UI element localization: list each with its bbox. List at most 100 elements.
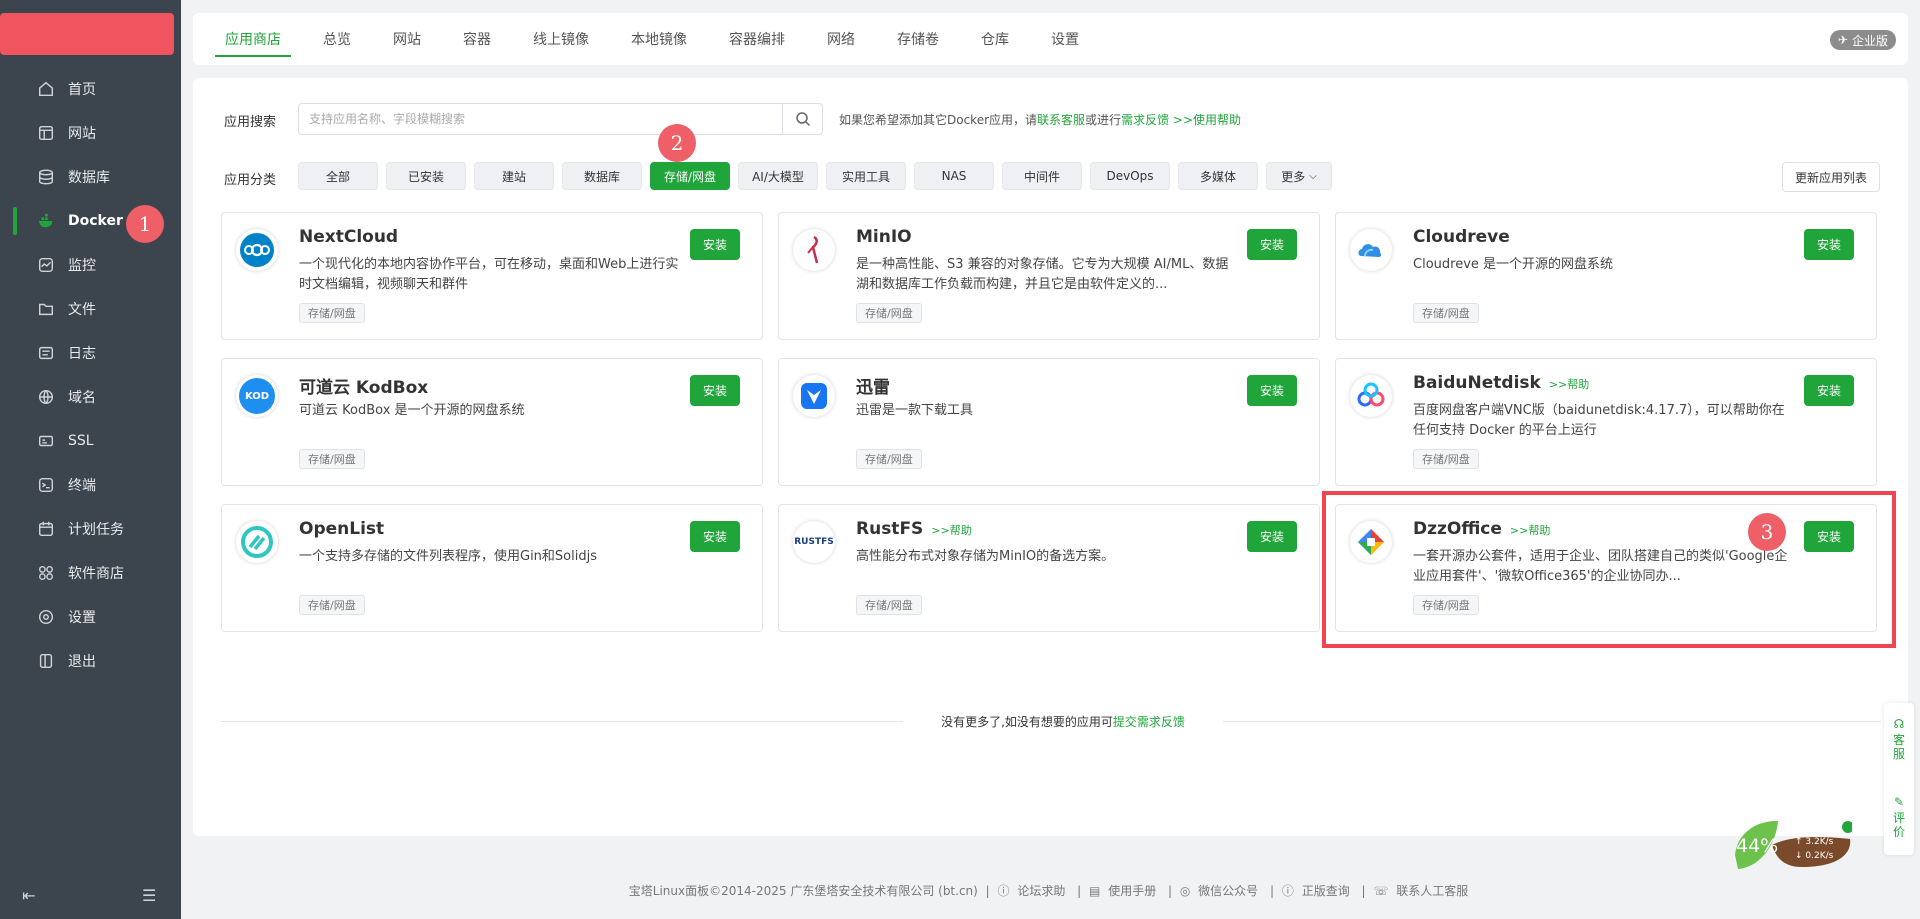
sidebar-bottom-bar: ⇤ ☰: [0, 880, 181, 910]
tab-container[interactable]: 容器: [453, 13, 501, 65]
tab-volumes[interactable]: 存储卷: [887, 13, 949, 65]
database-icon: [36, 167, 56, 187]
help-link[interactable]: >>帮助: [931, 522, 971, 538]
sidebar-item-label: 首页: [68, 82, 96, 98]
category-database[interactable]: 数据库: [562, 162, 642, 190]
tab-local-images[interactable]: 本地镜像: [621, 13, 697, 65]
app-card-cloudreve: Cloudreve Cloudreve 是一个开源的网盘系统 存储/网盘 安装: [1335, 212, 1877, 340]
customer-service-button[interactable]: 客服: [1892, 733, 1906, 761]
app-tag: 存储/网盘: [299, 303, 365, 323]
install-button[interactable]: 安装: [1247, 375, 1297, 406]
install-button[interactable]: 安装: [1804, 229, 1854, 260]
tab-app-store[interactable]: 应用商店: [215, 13, 291, 65]
menu-icon[interactable]: ☰: [142, 886, 156, 905]
collapse-icon[interactable]: ⇤: [22, 886, 35, 905]
app-tag: 存储/网盘: [856, 449, 922, 469]
review-button[interactable]: 评价: [1892, 811, 1906, 839]
category-more[interactable]: 更多 ⌵: [1266, 162, 1332, 190]
tab-online-images[interactable]: 线上镜像: [523, 13, 599, 65]
app-tag: 存储/网盘: [299, 449, 365, 469]
cloudreve-icon: [1350, 229, 1392, 271]
feedback-link[interactable]: 需求反馈: [1121, 113, 1169, 127]
calendar-icon: [36, 519, 56, 539]
category-tools[interactable]: 实用工具: [826, 162, 906, 190]
openlist-icon: [236, 521, 278, 563]
category-website[interactable]: 建站: [474, 162, 554, 190]
category-storage[interactable]: 存储/网盘: [650, 162, 730, 190]
category-nas[interactable]: NAS: [914, 162, 994, 190]
app-name: 可道云 KodBox: [299, 378, 429, 398]
monitor-icon: [36, 255, 56, 275]
annotation-badge-2: 2: [658, 124, 696, 162]
search-input[interactable]: [299, 104, 782, 134]
sidebar-item-logs[interactable]: 日志: [0, 331, 181, 375]
install-button[interactable]: 安装: [1247, 229, 1297, 260]
app-name: NextCloud: [299, 227, 399, 247]
category-installed[interactable]: 已安装: [386, 162, 466, 190]
install-button[interactable]: 安装: [690, 375, 740, 406]
enterprise-label: 企业版: [1851, 33, 1888, 48]
footer-support-link[interactable]: ☏ 联系人工客服: [1373, 884, 1472, 898]
tab-registry[interactable]: 仓库: [971, 13, 1019, 65]
update-app-list-button[interactable]: 更新应用列表: [1781, 162, 1880, 192]
footer-wechat-link[interactable]: ◎ 微信公众号: [1180, 884, 1262, 898]
category-all[interactable]: 全部: [298, 162, 378, 190]
install-button[interactable]: 安装: [690, 229, 740, 260]
no-more-message: 没有更多了,如没有想要的应用可提交需求反馈: [903, 712, 1223, 732]
footer-manual-link[interactable]: ▤ 使用手册: [1089, 884, 1160, 898]
sidebar-item-label: Docker: [68, 213, 123, 229]
category-middleware[interactable]: 中间件: [1002, 162, 1082, 190]
sidebar-item-domain[interactable]: 域名: [0, 375, 181, 419]
sidebar-item-label: SSL: [68, 433, 94, 449]
sidebar-item-label: 数据库: [68, 170, 110, 186]
help-link[interactable]: >>帮助: [1549, 376, 1589, 392]
no-more-text: 没有更多了,如没有想要的应用可: [941, 715, 1113, 729]
footer-link-label: 联系人工客服: [1396, 884, 1469, 898]
sidebar-item-label: 设置: [68, 610, 96, 626]
tab-overview[interactable]: 总览: [313, 13, 361, 65]
tab-website[interactable]: 网站: [383, 13, 431, 65]
install-button[interactable]: 安装: [690, 521, 740, 552]
tab-network[interactable]: 网络: [817, 13, 865, 65]
category-media[interactable]: 多媒体: [1178, 162, 1258, 190]
tab-compose[interactable]: 容器编排: [719, 13, 795, 65]
category-ai[interactable]: AI/大模型: [738, 162, 818, 190]
app-description: 一个支持多存储的文件列表程序，使用Gin和Solidjs: [299, 549, 597, 564]
sidebar-item-monitor[interactable]: 监控: [0, 243, 181, 287]
search-button[interactable]: [782, 104, 822, 134]
submit-feedback-link[interactable]: 提交需求反馈: [1113, 715, 1185, 729]
sidebar-item-ssl[interactable]: SSL: [0, 419, 181, 463]
sidebar-item-label: 日志: [68, 346, 96, 362]
category-devops[interactable]: DevOps: [1090, 162, 1170, 190]
tab-settings[interactable]: 设置: [1041, 13, 1089, 65]
sidebar-item-settings[interactable]: 设置: [0, 595, 181, 639]
log-icon: [36, 343, 56, 363]
install-button[interactable]: 安装: [1247, 521, 1297, 552]
enterprise-badge[interactable]: ✈ 企业版: [1829, 30, 1896, 50]
footer-forum-link[interactable]: ⓘ 论坛求助: [998, 884, 1070, 898]
footer-license-link[interactable]: ⓘ 正版查询: [1282, 884, 1354, 898]
sidebar-item-website[interactable]: 网站: [0, 111, 181, 155]
logo-bar[interactable]: [0, 13, 174, 55]
sidebar-item-label: 域名: [68, 390, 96, 406]
footer-link-label: 使用手册: [1108, 884, 1157, 898]
sidebar-item-files[interactable]: 文件: [0, 287, 181, 331]
search-hint: 如果您希望添加其它Docker应用，请联系客服或进行需求反馈 >>使用帮助: [839, 111, 1241, 128]
sidebar-item-label: 软件商店: [68, 566, 124, 582]
contact-support-link[interactable]: 联系客服: [1037, 113, 1085, 127]
more-label: 更多: [1281, 169, 1306, 184]
sidebar-item-database[interactable]: 数据库: [0, 155, 181, 199]
sidebar-item-app-store[interactable]: 软件商店: [0, 551, 181, 595]
app-description: 一个现代化的本地内容协作平台，可在移动，桌面和Web上进行实时文档编辑，视频聊天…: [299, 257, 679, 292]
network-monitor-widget[interactable]: 44% ↑ 3.2K/s ↓ 0.2K/s: [1732, 815, 1852, 875]
sidebar: 首页 网站 数据库 Docker 监控 文件 日志 域名 SSL 终端 计划任务…: [0, 0, 181, 919]
sidebar-item-terminal[interactable]: 终端: [0, 463, 181, 507]
app-tag: 存储/网盘: [856, 595, 922, 615]
install-button[interactable]: 安装: [1804, 375, 1854, 406]
sidebar-item-logout[interactable]: 退出: [0, 639, 181, 683]
page-footer: 宝塔Linux面板©2014-2025 广东堡塔安全技术有限公司 (bt.cn)…: [181, 882, 1920, 899]
sidebar-item-home[interactable]: 首页: [0, 67, 181, 111]
usage-help-link[interactable]: >>使用帮助: [1173, 113, 1241, 127]
rustfs-icon: RUSTFS: [793, 521, 835, 563]
sidebar-item-cron[interactable]: 计划任务: [0, 507, 181, 551]
